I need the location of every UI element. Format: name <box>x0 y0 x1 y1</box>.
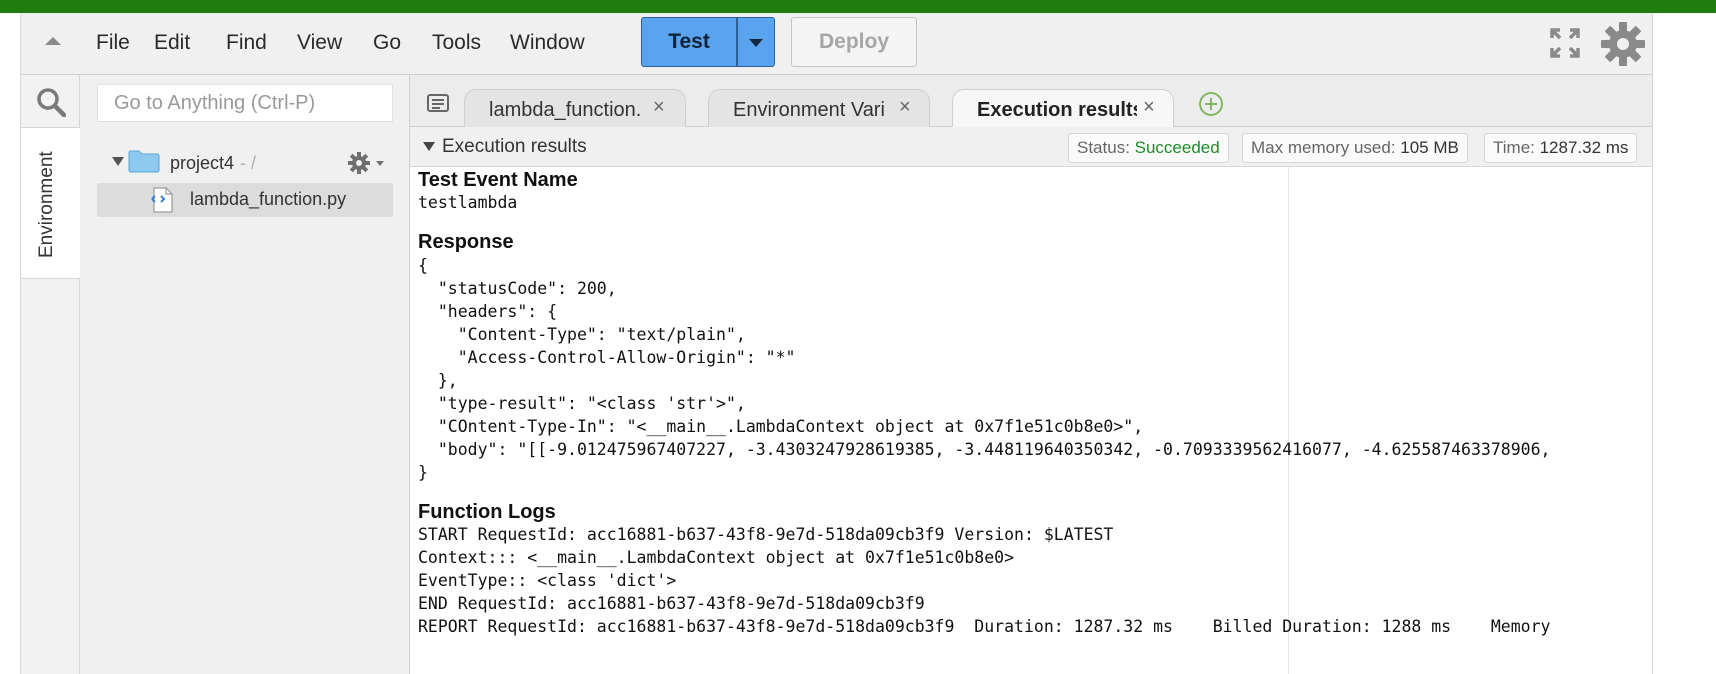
deploy-button[interactable]: Deploy <box>791 17 917 67</box>
log-line: REPORT RequestId: acc16881-b637-43f8-9e7… <box>418 617 1551 636</box>
log-line: START RequestId: acc16881-b637-43f8-9e7d… <box>418 525 1114 544</box>
editor-area: lambda_function. × Environment Vari × Ex… <box>410 75 1652 674</box>
response-line: } <box>418 463 428 482</box>
tree-settings-gear-icon[interactable] <box>346 150 388 176</box>
test-dropdown-button[interactable] <box>737 17 775 67</box>
response-line: "statusCode": 200, <box>418 279 617 298</box>
add-tab-icon[interactable] <box>1198 91 1224 117</box>
tab-label: Execution results <box>977 99 1137 121</box>
close-icon[interactable]: × <box>653 96 665 119</box>
menu-bar: File Edit Find View Go Tools Window Test… <box>21 13 1652 75</box>
close-icon[interactable]: × <box>899 96 911 119</box>
test-event-heading: Test Event Name <box>418 169 578 191</box>
right-gutter <box>1652 13 1716 674</box>
function-logs-heading: Function Logs <box>418 501 556 523</box>
python-file-icon <box>151 187 173 213</box>
menu-find[interactable]: Find <box>226 31 267 55</box>
search-icon[interactable] <box>36 87 66 117</box>
memory-badge: Max memory used: 105 MB <box>1242 133 1468 163</box>
file-item-lambda-function[interactable]: lambda_function.py <box>97 183 393 217</box>
tab-bar: lambda_function. × Environment Vari × Ex… <box>410 75 1652 127</box>
response-heading: Response <box>418 231 514 253</box>
file-name: lambda_function.py <box>190 189 347 209</box>
top-accent-bar <box>0 0 1716 13</box>
execution-output: Test Event Name testlambda Response { "s… <box>410 167 1652 674</box>
tab-environment-variables[interactable]: Environment Vari × <box>708 89 930 127</box>
tab-lambda-function[interactable]: lambda_function. × <box>464 89 686 127</box>
memory-value: 105 MB <box>1400 138 1459 157</box>
time-value: 1287.32 ms <box>1539 138 1629 157</box>
environment-rail: Environment <box>21 75 80 674</box>
tab-label: Environment Vari <box>733 99 885 121</box>
fullscreen-icon[interactable] <box>1549 27 1581 59</box>
menu-file[interactable]: File <box>96 31 130 55</box>
menu-window[interactable]: Window <box>510 31 585 55</box>
response-line: "type-result": "<class 'str'>", <box>418 394 746 413</box>
collapse-caret-icon[interactable] <box>423 142 435 151</box>
tab-label: lambda_function. <box>489 99 642 121</box>
test-button[interactable]: Test <box>641 17 737 67</box>
close-icon[interactable]: × <box>1143 96 1155 119</box>
time-badge: Time: 1287.32 ms <box>1484 133 1638 163</box>
log-line: EventType:: <class 'dict'> <box>418 571 677 590</box>
chevron-down-icon <box>749 39 763 47</box>
tab-execution-results[interactable]: Execution results × <box>952 89 1174 127</box>
status-value: Succeeded <box>1134 138 1220 157</box>
status-badge: Status: Succeeded <box>1068 133 1229 163</box>
go-to-anything-input[interactable] <box>97 84 393 122</box>
menu-edit[interactable]: Edit <box>154 31 190 55</box>
response-line: "headers": { <box>418 302 558 321</box>
response-line: }, <box>418 371 458 390</box>
results-title[interactable]: Execution results <box>442 136 587 158</box>
menu-go[interactable]: Go <box>373 31 401 55</box>
response-line: "COntent-Type-In": "<__main__.LambdaCont… <box>418 417 1144 436</box>
menu-tools[interactable]: Tools <box>432 31 481 55</box>
log-line: Context::: <__main__.LambdaContext objec… <box>418 548 1015 567</box>
project-name[interactable]: project4 <box>170 153 234 174</box>
response-line: "Content-Type": "text/plain", <box>418 325 746 344</box>
response-line: { <box>418 256 428 275</box>
environment-tab-label: Environment <box>36 151 57 258</box>
execution-results-header: Execution results Status: Succeeded Max … <box>410 127 1652 167</box>
time-label: Time: <box>1493 138 1540 157</box>
memory-label: Max memory used: <box>1251 138 1401 157</box>
file-tree-panel: project4 - / lambda_function.py <box>80 75 410 674</box>
response-line: "body": "[[-9.012475967407227, -3.430324… <box>418 440 1551 459</box>
response-line: "Access-Control-Allow-Origin": "*" <box>418 348 796 367</box>
log-line: END RequestId: acc16881-b637-43f8-9e7d-5… <box>418 594 925 613</box>
status-label: Status: <box>1077 138 1135 157</box>
print-margin-ruler <box>1288 167 1289 674</box>
settings-gear-icon[interactable] <box>1599 20 1647 68</box>
collapse-menu-caret-icon[interactable] <box>45 37 61 45</box>
left-gutter <box>0 13 21 674</box>
environment-tab[interactable]: Environment <box>21 127 80 279</box>
test-event-name: testlambda <box>418 193 518 212</box>
folder-icon <box>128 150 160 173</box>
expand-toggle-icon[interactable] <box>112 157 124 166</box>
project-path: - / <box>240 153 256 173</box>
tabs-menu-icon[interactable] <box>426 93 450 113</box>
menu-view[interactable]: View <box>297 31 342 55</box>
